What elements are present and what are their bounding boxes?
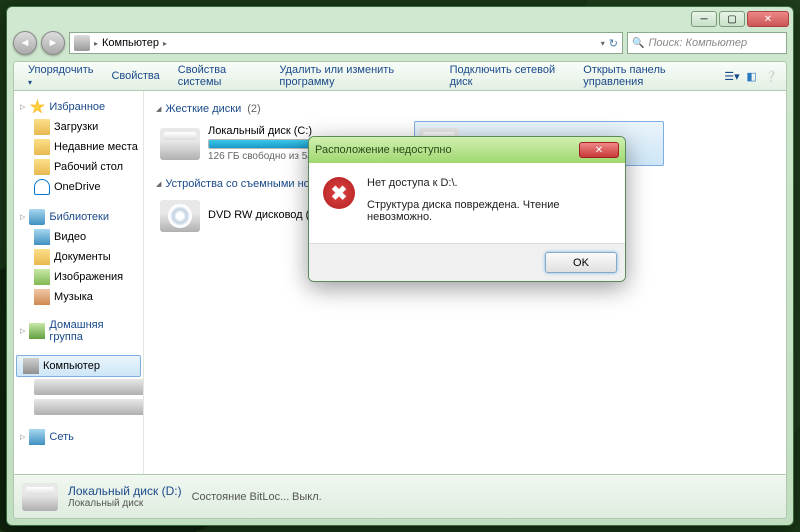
map-drive-button[interactable]: Подключить сетевой диск — [442, 60, 574, 92]
chevron-right-icon: ▸ — [94, 39, 98, 48]
folder-icon — [34, 159, 50, 175]
homegroup-icon — [29, 323, 45, 339]
status-drive-name: Локальный диск (D:) — [68, 484, 182, 498]
help-icon[interactable]: ❔ — [762, 66, 780, 86]
dialog-message-2: Структура диска повреждена. Чтение невоз… — [367, 199, 611, 223]
sidebar-homegroup[interactable]: Домашняя группа — [14, 317, 143, 345]
computer-icon — [23, 358, 39, 374]
back-button[interactable]: ◄ — [13, 31, 37, 55]
sidebar-network[interactable]: Сеть — [14, 427, 143, 447]
refresh-icon[interactable]: ↻ — [609, 37, 618, 50]
status-bitlocker-label: Состояние BitLoc... — [192, 491, 290, 503]
control-panel-button[interactable]: Открыть панель управления — [575, 60, 719, 92]
forward-button[interactable]: ► — [41, 31, 65, 55]
computer-icon — [74, 35, 90, 51]
sidebar-item-documents[interactable]: Документы — [14, 247, 143, 267]
chevron-right-icon: ▸ — [163, 39, 167, 48]
breadcrumb-segment[interactable]: Компьютер — [102, 37, 159, 49]
titlebar: ─ ▢ ✕ — [7, 7, 793, 29]
sidebar-item-desktop[interactable]: Рабочий стол — [14, 157, 143, 177]
organize-menu[interactable]: Упорядочить — [20, 60, 101, 92]
toolbar: Упорядочить Свойства Свойства системы Уд… — [13, 61, 787, 91]
uninstall-program-button[interactable]: Удалить или изменить программу — [271, 60, 439, 92]
status-drive-type: Локальный диск — [68, 498, 182, 509]
star-icon — [29, 99, 45, 115]
music-icon — [34, 289, 50, 305]
system-properties-button[interactable]: Свойства системы — [170, 60, 270, 92]
dialog-titlebar[interactable]: Расположение недоступно ✕ — [309, 137, 625, 163]
sidebar-item-pictures[interactable]: Изображения — [14, 267, 143, 287]
sidebar-item-recent[interactable]: Недавние места — [14, 137, 143, 157]
dialog-title: Расположение недоступно — [315, 144, 452, 156]
drive-icon — [22, 483, 58, 511]
drive-icon — [34, 399, 143, 415]
address-bar[interactable]: ▸ Компьютер ▸ ▾ ↻ — [69, 32, 623, 54]
nav-bar: ◄ ► ▸ Компьютер ▸ ▾ ↻ Поиск: Компьютер — [13, 29, 787, 57]
error-dialog: Расположение недоступно ✕ ✖ Нет доступа … — [308, 136, 626, 282]
status-bitlocker-value: Выкл. — [292, 491, 322, 503]
dialog-message-1: Нет доступа к D:\. — [367, 177, 611, 189]
folder-icon — [34, 119, 50, 135]
view-icon[interactable]: ☰▾ — [723, 66, 741, 86]
maximize-button[interactable]: ▢ — [719, 11, 745, 27]
sidebar-item-onedrive[interactable]: OneDrive — [14, 177, 143, 197]
cloud-icon — [34, 179, 50, 195]
preview-pane-icon[interactable]: ◧ — [743, 66, 761, 86]
document-icon — [34, 249, 50, 265]
dvd-icon — [160, 200, 200, 232]
properties-button[interactable]: Свойства — [103, 66, 167, 86]
minimize-button[interactable]: ─ — [691, 11, 717, 27]
close-button[interactable]: ✕ — [747, 11, 789, 27]
folder-icon — [34, 139, 50, 155]
pictures-icon — [34, 269, 50, 285]
ok-button[interactable]: OK — [545, 252, 617, 273]
sidebar-item-drive-d[interactable]: Локальный диск (D — [14, 397, 143, 417]
sidebar: Избранное Загрузки Недавние места Рабочи… — [14, 91, 144, 474]
category-hard-drives[interactable]: Жесткие диски(2) — [156, 103, 774, 115]
drive-icon — [34, 379, 143, 395]
sidebar-item-video[interactable]: Видео — [14, 227, 143, 247]
network-icon — [29, 429, 45, 445]
sidebar-libraries[interactable]: Библиотеки — [14, 207, 143, 227]
status-bar: Локальный диск (D:) Локальный диск Состо… — [13, 475, 787, 519]
error-icon: ✖ — [323, 177, 355, 209]
video-icon — [34, 229, 50, 245]
sidebar-computer[interactable]: Компьютер — [16, 355, 141, 377]
dialog-close-button[interactable]: ✕ — [579, 142, 619, 158]
sidebar-favorites[interactable]: Избранное — [14, 97, 143, 117]
libraries-icon — [29, 209, 45, 225]
sidebar-item-music[interactable]: Музыка — [14, 287, 143, 307]
search-input[interactable]: Поиск: Компьютер — [627, 32, 787, 54]
sidebar-item-drive-c[interactable]: Локальный диск (C — [14, 377, 143, 397]
drive-icon — [160, 128, 200, 160]
dropdown-icon[interactable]: ▾ — [601, 39, 605, 48]
sidebar-item-downloads[interactable]: Загрузки — [14, 117, 143, 137]
